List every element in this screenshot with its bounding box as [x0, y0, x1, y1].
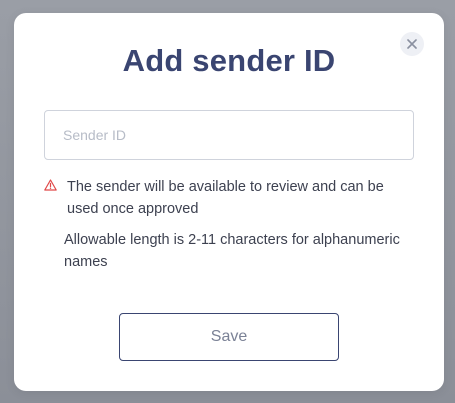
save-button[interactable]: Save — [119, 313, 339, 361]
add-sender-id-dialog: Add sender ID The sender will be availab… — [14, 13, 444, 391]
approval-warning: The sender will be available to review a… — [44, 176, 414, 220]
sender-id-field — [44, 110, 414, 160]
close-icon — [407, 39, 417, 49]
dialog-title: Add sender ID — [122, 43, 336, 78]
length-note: Allowable length is 2-11 characters for … — [64, 232, 400, 270]
warning-text: The sender will be available to review a… — [67, 179, 384, 217]
sender-id-input[interactable] — [45, 111, 413, 159]
close-button[interactable] — [400, 32, 424, 56]
warning-triangle-icon — [44, 179, 57, 191]
